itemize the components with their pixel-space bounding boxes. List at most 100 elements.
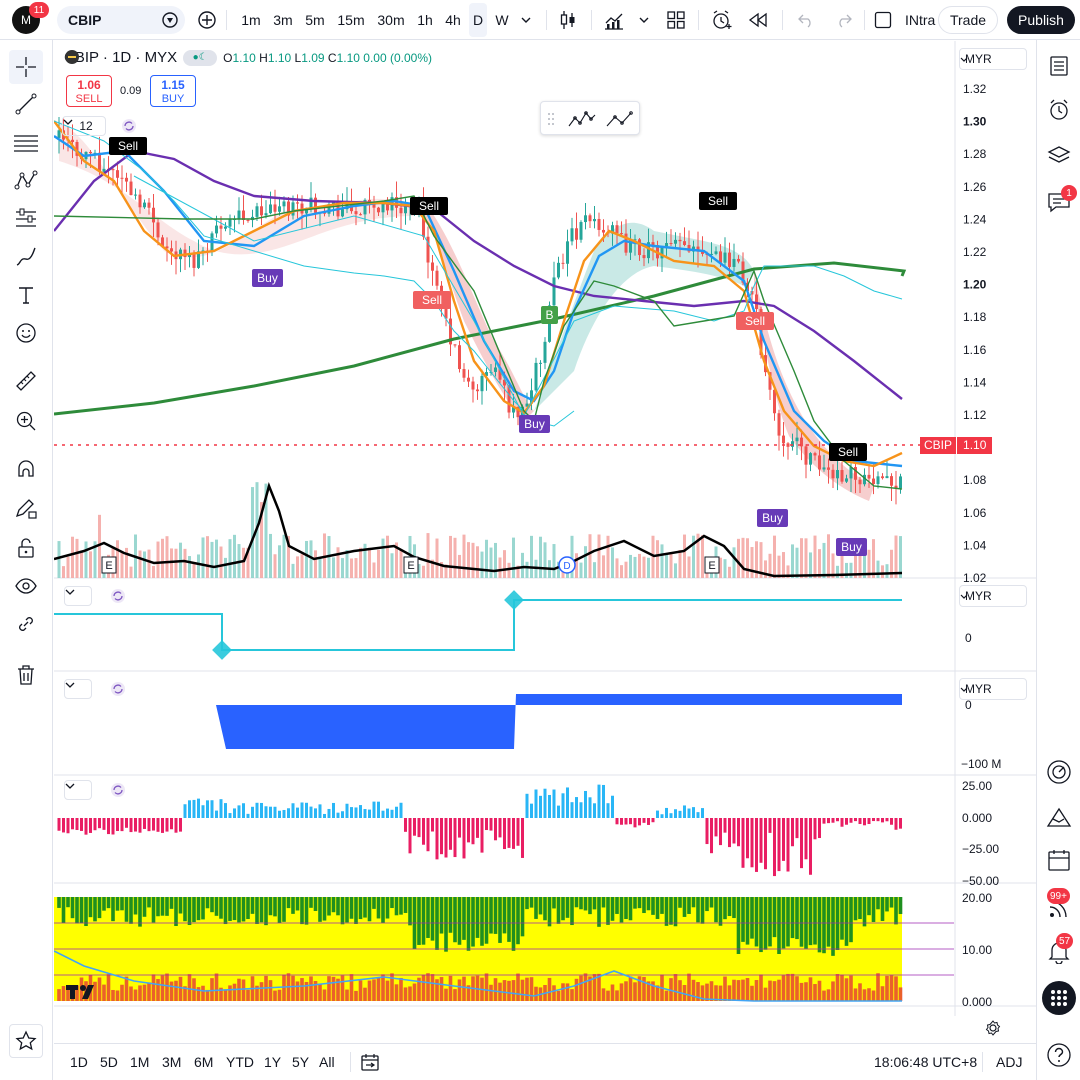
trend-line-tool[interactable]	[9, 87, 43, 121]
timeframe-15m[interactable]: 15m	[335, 0, 367, 40]
watchlist-button[interactable]	[1042, 49, 1076, 83]
timeframe-30m[interactable]: 30m	[375, 0, 407, 40]
forecasting-tool[interactable]	[9, 202, 43, 236]
lock-drawings-tool[interactable]	[9, 531, 43, 565]
pane2-collapse-button[interactable]	[64, 679, 92, 699]
object-tree-button[interactable]	[1042, 139, 1076, 173]
adjust-data-toggle[interactable]: ADJ	[996, 1044, 1022, 1080]
timeframe-3m[interactable]: 3m	[270, 0, 296, 40]
layout-button[interactable]	[663, 0, 689, 40]
timeframe-1h[interactable]: 1h	[414, 0, 436, 40]
volume-bar	[84, 541, 88, 578]
range-all[interactable]: All	[319, 1044, 335, 1080]
histogram-bar	[894, 818, 898, 830]
pane4-green-bar	[552, 897, 556, 909]
remove-drawings-tool[interactable]	[9, 658, 43, 692]
timezone-clock[interactable]: 18:06:48 UTC+8	[874, 1044, 977, 1080]
histogram-bar	[885, 818, 889, 822]
indicators-button[interactable]	[600, 0, 628, 40]
range-5y[interactable]: 5Y	[292, 1044, 309, 1080]
pane4-green-bar	[790, 897, 795, 939]
publish-button[interactable]: Publish	[1007, 6, 1075, 34]
keep-drawing-tool[interactable]	[9, 492, 43, 526]
data-window-button[interactable]	[1042, 755, 1076, 789]
market-status-icon[interactable]: ●☾	[183, 49, 218, 66]
pane4-green-bar	[255, 897, 259, 924]
histogram-bar	[75, 818, 79, 831]
zoom-in-tool[interactable]	[9, 404, 43, 438]
drag-handle-icon[interactable]	[547, 111, 555, 127]
chart-canvas[interactable]: 1.32 1.30 1.28 1.26 1.24 1.22 1.20 1.18 1.16 1.14…	[54, 41, 1036, 1016]
timeframe-1d[interactable]: D	[469, 3, 487, 37]
time-axis-settings-icon[interactable]	[985, 1020, 1001, 1036]
range-1y[interactable]: 1Y	[264, 1044, 281, 1080]
alerts-panel-button[interactable]	[1042, 93, 1076, 127]
range-1d[interactable]: 1D	[70, 1044, 88, 1080]
add-symbol-button[interactable]	[195, 0, 219, 40]
sell-button[interactable]: 1.06 SELL	[66, 75, 112, 107]
pane4-green-bar	[777, 897, 781, 954]
indicators-toggle-button[interactable]: 12	[62, 116, 106, 136]
chart-type-button[interactable]	[555, 0, 581, 40]
elliott-wave-abc-icon[interactable]	[605, 108, 635, 130]
link-tool[interactable]	[9, 607, 43, 641]
pattern-tool[interactable]	[9, 164, 43, 198]
trade-button[interactable]: Trade	[938, 6, 998, 34]
range-6m[interactable]: 6M	[194, 1044, 213, 1080]
calendar-button[interactable]	[1042, 843, 1076, 877]
pane4-green-bar	[669, 897, 673, 925]
pane3-collapse-button[interactable]	[64, 780, 92, 800]
pane2-currency-selector[interactable]: MYR	[959, 678, 1027, 700]
chart-container[interactable]: 1.32 1.30 1.28 1.26 1.24 1.22 1.20 1.18 1.16 1.14…	[54, 41, 1036, 1036]
main-currency-selector[interactable]: MYR	[959, 48, 1027, 70]
redo-button[interactable]	[832, 0, 856, 40]
products-menu-button[interactable]	[1042, 981, 1076, 1015]
pane1-collapse-button[interactable]	[64, 586, 92, 606]
brush-tool[interactable]	[9, 240, 43, 274]
range-1m[interactable]: 1M	[130, 1044, 149, 1080]
timeframe-4h[interactable]: 4h	[442, 0, 464, 40]
candle-body	[359, 214, 362, 216]
pane4-red-bar	[493, 978, 498, 1001]
pane4-red-bar	[898, 987, 903, 1001]
pane1-refresh-icon[interactable]	[109, 587, 127, 605]
favorites-tool[interactable]	[9, 1024, 43, 1058]
pane4-red-bar	[201, 985, 205, 1001]
elliott-wave-12345-icon[interactable]	[567, 108, 597, 130]
timeframe-5m[interactable]: 5m	[302, 0, 328, 40]
measure-tool[interactable]	[9, 364, 43, 398]
pane2-refresh-icon[interactable]	[109, 680, 127, 698]
hide-drawings-tool[interactable]	[9, 569, 43, 603]
pane1-currency-selector[interactable]: MYR	[959, 585, 1027, 607]
text-tool[interactable]	[9, 278, 43, 312]
crosshair-tool[interactable]	[9, 50, 43, 84]
histogram-bar	[512, 818, 515, 849]
candle-body	[246, 219, 250, 221]
buy-button[interactable]: 1.15 BUY	[150, 75, 196, 107]
timeframe-dropdown[interactable]	[516, 0, 536, 40]
legend-title[interactable]: CBIP · 1D · MYX	[64, 49, 177, 66]
ideas-button[interactable]	[1042, 800, 1076, 834]
alert-button[interactable]	[708, 0, 736, 40]
refresh-icon[interactable]	[120, 117, 138, 135]
symbol-search-button[interactable]: CBIP	[57, 6, 185, 34]
help-button[interactable]	[1042, 1038, 1076, 1072]
range-3m[interactable]: 3M	[162, 1044, 181, 1080]
timeframe-1m[interactable]: 1m	[238, 0, 264, 40]
range-ytd[interactable]: YTD	[226, 1044, 254, 1080]
fullscreen-button[interactable]	[872, 0, 894, 40]
layout-name[interactable]: INtra	[905, 0, 937, 40]
floating-drawing-toolbar[interactable]	[540, 101, 640, 135]
undo-button[interactable]	[794, 0, 818, 40]
indicators-dropdown[interactable]	[634, 0, 654, 40]
replay-button[interactable]	[744, 0, 772, 40]
timeframe-1w[interactable]: W	[492, 0, 512, 40]
fib-tool[interactable]	[9, 126, 43, 160]
magnet-tool[interactable]	[9, 454, 43, 488]
compare-symbol-icon[interactable]	[161, 11, 179, 29]
histogram-bar	[741, 818, 745, 868]
emoji-tool[interactable]	[9, 316, 43, 350]
range-5d[interactable]: 5D	[100, 1044, 118, 1080]
pane3-refresh-icon[interactable]	[109, 781, 127, 799]
go-to-date-button[interactable]	[360, 1044, 380, 1080]
